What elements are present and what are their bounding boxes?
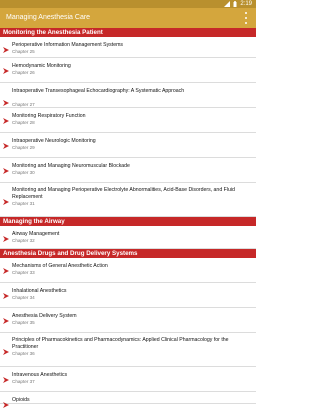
chevron-arrow-icon: [3, 168, 9, 174]
chevron-arrow-icon: [3, 318, 9, 324]
chevron-arrow-icon: [3, 100, 9, 106]
chapter-title: Opioids: [12, 397, 30, 403]
chevron-arrow-icon: [3, 236, 9, 242]
chevron-arrow-icon: [3, 349, 9, 355]
chapter-title: Intraoperative Transesophageal Echocardi…: [12, 88, 185, 94]
signal-icon: [224, 1, 231, 7]
chapter-item[interactable]: Intraoperative Neurologic Monitoring Chap…: [0, 133, 256, 158]
chapter-number: Chapter 29: [12, 145, 35, 150]
section-header: Managing the Airway: [0, 217, 256, 226]
chapter-number: Chapter 28: [12, 120, 35, 125]
chapter-number: Chapter 30: [12, 170, 35, 175]
chevron-arrow-icon: [3, 268, 9, 274]
chapter-title: Intravenous Anesthetics: [12, 372, 68, 378]
chapter-title: Mechanisms of General Anesthetic Action: [12, 263, 108, 269]
chapter-title: Hemodynamic Monitoring: [12, 63, 71, 69]
chapter-title: Principles of Pharmacokinetics and Pharm…: [12, 337, 229, 350]
chevron-arrow-icon: [3, 143, 9, 149]
battery-icon: [233, 1, 237, 7]
chapter-number: Chapter 36: [12, 351, 35, 356]
chevron-arrow-icon: [3, 47, 9, 53]
chapter-item[interactable]: Intravenous Anesthetics Chapter 37: [0, 367, 256, 392]
chevron-arrow-icon: [3, 68, 9, 74]
chapter-item[interactable]: Monitoring and Managing Perioperative El…: [0, 183, 256, 217]
chapter-title: Inhalational Anesthetics: [12, 288, 67, 294]
chevron-arrow-icon: [3, 402, 9, 408]
chapter-number: Chapter 31: [12, 201, 35, 206]
chapter-title: Airway Management: [12, 231, 60, 237]
chapter-item[interactable]: Anesthesia Delivery System Chapter 35: [0, 308, 256, 333]
chapter-title: Intraoperative Neurologic Monitoring: [12, 138, 96, 144]
chapter-title: Monitoring Respiratory Function: [12, 113, 86, 119]
chapter-number: Chapter 34: [12, 295, 35, 300]
chapter-item[interactable]: Principles of Pharmacokinetics and Pharm…: [0, 333, 256, 367]
chapter-item[interactable]: Inhalational Anesthetics Chapter 34: [0, 283, 256, 308]
status-icons: 2:19: [224, 0, 252, 8]
chapter-title: Perioperative Information Management Sys…: [12, 42, 124, 48]
chevron-arrow-icon: [3, 377, 9, 383]
chevron-arrow-icon: [3, 199, 9, 205]
app-bar: Managing Anesthesia Care: [0, 8, 256, 28]
chapter-item[interactable]: Hemodynamic Monitoring Chapter 26: [0, 58, 256, 83]
chapter-number: Chapter 32: [12, 238, 35, 243]
chevron-arrow-icon: [3, 118, 9, 124]
chapter-number: Chapter 37: [12, 379, 35, 384]
chapter-number: Chapter 33: [12, 270, 35, 275]
section-header: Monitoring the Anesthesia Patient: [0, 28, 256, 37]
chapter-title: Monitoring and Managing Perioperative El…: [12, 187, 235, 200]
chapter-number: Chapter 25: [12, 49, 35, 54]
section-header: Anesthesia Drugs and Drug Delivery Syste…: [0, 249, 256, 258]
chevron-arrow-icon: [3, 293, 9, 299]
chapter-list: Monitoring the Anesthesia Patient Periope…: [0, 28, 256, 408]
chapter-item[interactable]: Monitoring and Managing Neuromuscular Bl…: [0, 158, 256, 183]
chapter-item[interactable]: Perioperative Information Management Sys…: [0, 37, 256, 58]
status-bar: 2:19: [0, 0, 256, 8]
app-title: Managing Anesthesia Care: [6, 14, 91, 21]
chapter-item[interactable]: Monitoring Respiratory Function Chapter 2…: [0, 108, 256, 133]
chapter-item[interactable]: Airway Management Chapter 32: [0, 226, 256, 249]
chapter-title: Monitoring and Managing Neuromuscular Bl…: [12, 163, 130, 169]
chapter-item[interactable]: Opioids: [0, 392, 256, 408]
chapter-item[interactable]: Intraoperative Transesophageal Echocardi…: [0, 83, 256, 108]
overflow-menu-icon[interactable]: [242, 12, 250, 24]
chapter-number: Chapter 26: [12, 70, 35, 75]
chapter-title: Anesthesia Delivery System: [12, 313, 77, 319]
status-time: 2:19: [240, 1, 252, 7]
chapter-number: Chapter 35: [12, 320, 35, 325]
chapter-item[interactable]: Mechanisms of General Anesthetic Action C…: [0, 258, 256, 283]
